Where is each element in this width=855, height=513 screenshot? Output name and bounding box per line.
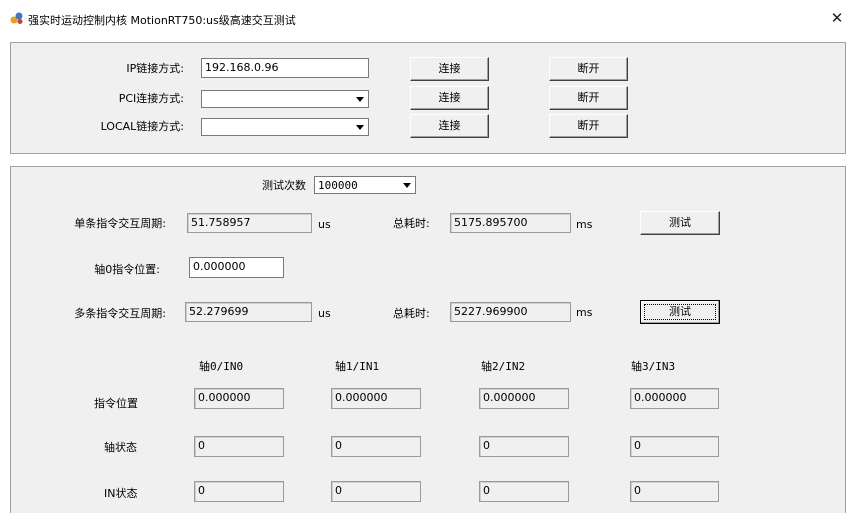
- single-total-label: 总耗时:: [393, 217, 430, 230]
- chevron-down-icon[interactable]: [353, 92, 367, 106]
- column-header-axis3: 轴3/IN3: [631, 360, 676, 373]
- app-icon: [10, 12, 23, 24]
- chevron-down-icon[interactable]: [353, 120, 367, 134]
- ip-label: IP链接方式:: [126, 62, 184, 75]
- multi-cycle-label: 多条指令交互周期:: [74, 307, 166, 320]
- multi-test-button-label: 测试: [669, 305, 691, 318]
- test-count-label: 测试次数: [262, 179, 306, 192]
- axis0-status: 0: [194, 436, 284, 457]
- row-label-axis-status: 轴状态: [104, 441, 137, 454]
- multi-test-button[interactable]: 测试: [640, 300, 720, 324]
- multi-total-label: 总耗时:: [393, 307, 430, 320]
- single-cycle-label: 单条指令交互周期:: [74, 217, 166, 230]
- axis3-command-position: 0.000000: [630, 388, 719, 409]
- in2-status: 0: [479, 481, 569, 502]
- row-label-command-position: 指令位置: [94, 397, 138, 410]
- row-label-in-status: IN状态: [104, 487, 138, 500]
- local-connect-button[interactable]: 连接: [410, 114, 489, 138]
- column-header-axis0: 轴0/IN0: [199, 360, 244, 373]
- multi-total-unit: ms: [576, 306, 593, 319]
- in3-status: 0: [630, 481, 719, 502]
- axis3-status: 0: [630, 436, 719, 457]
- column-header-axis2: 轴2/IN2: [481, 360, 526, 373]
- multi-cycle-value: 52.279699: [185, 302, 312, 322]
- pci-connect-button[interactable]: 连接: [410, 86, 489, 110]
- in1-status: 0: [331, 481, 421, 502]
- axis0-position-input[interactable]: 0.000000: [189, 257, 284, 278]
- single-total-unit: ms: [576, 218, 593, 231]
- local-disconnect-button[interactable]: 断开: [549, 114, 628, 138]
- local-label: LOCAL链接方式:: [100, 120, 184, 133]
- axis0-command-position: 0.000000: [194, 388, 284, 409]
- title-bar: 强实时运动控制内核 MotionRT750:us级高速交互测试 ✕: [0, 0, 855, 36]
- single-cycle-unit: us: [318, 218, 331, 231]
- single-test-button[interactable]: 测试: [640, 211, 720, 235]
- chevron-down-icon[interactable]: [400, 178, 414, 192]
- axis2-command-position: 0.000000: [479, 388, 569, 409]
- in0-status: 0: [194, 481, 284, 502]
- pci-disconnect-button[interactable]: 断开: [549, 86, 628, 110]
- axis1-command-position: 0.000000: [331, 388, 421, 409]
- single-total-value: 5175.895700: [450, 213, 571, 233]
- axis2-status: 0: [479, 436, 569, 457]
- axis1-status: 0: [331, 436, 421, 457]
- window-title: 强实时运动控制内核 MotionRT750:us级高速交互测试: [28, 14, 296, 27]
- test-count-select[interactable]: 100000: [314, 176, 416, 194]
- local-select[interactable]: [201, 118, 369, 136]
- ip-disconnect-button[interactable]: 断开: [549, 57, 628, 81]
- single-cycle-value: 51.758957: [187, 213, 312, 233]
- pci-select[interactable]: [201, 90, 369, 108]
- ip-connect-button[interactable]: 连接: [410, 57, 489, 81]
- close-icon[interactable]: ✕: [826, 8, 848, 28]
- column-header-axis1: 轴1/IN1: [335, 360, 380, 373]
- test-count-value: 100000: [318, 179, 358, 192]
- multi-cycle-unit: us: [318, 307, 331, 320]
- pci-label: PCI连接方式:: [118, 92, 184, 105]
- axis0-position-label: 轴0指令位置:: [94, 263, 160, 276]
- multi-total-value: 5227.969900: [450, 302, 571, 322]
- ip-input[interactable]: 192.168.0.96: [201, 58, 369, 78]
